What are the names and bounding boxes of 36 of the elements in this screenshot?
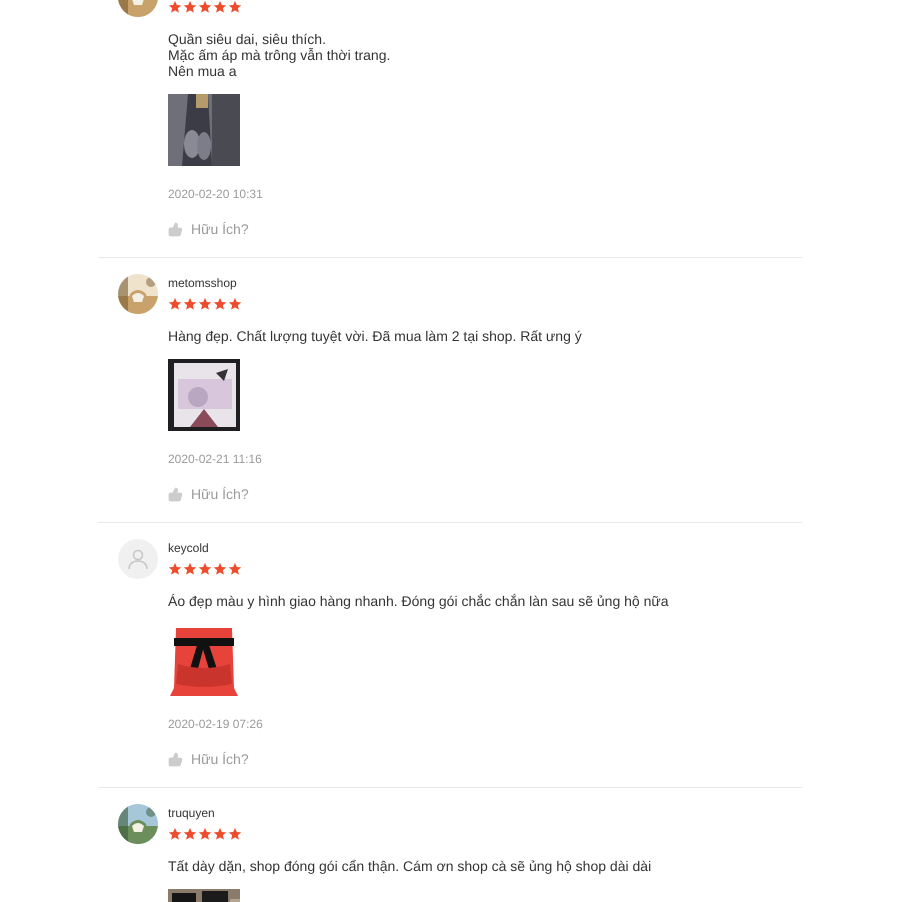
- star-icon: [168, 297, 182, 311]
- star-icon: [198, 297, 212, 311]
- star-icon: [183, 827, 197, 841]
- star-icon: [183, 297, 197, 311]
- star-icon: [213, 297, 227, 311]
- star-icon: [228, 0, 242, 14]
- helpful-button[interactable]: Hữu Ích?: [168, 220, 249, 238]
- star-icon: [168, 562, 182, 576]
- helpful-button[interactable]: Hữu Ích?: [168, 485, 249, 503]
- thumbs-up-icon: [168, 752, 183, 766]
- username: metomsshop: [168, 275, 237, 292]
- thumbs-up-icon: [168, 486, 183, 502]
- star-icon: [228, 297, 242, 311]
- star-icon: [183, 0, 197, 14]
- username: truquyen: [168, 805, 215, 822]
- star-icon: [228, 827, 242, 841]
- star-icon: [168, 827, 182, 841]
- review-text: Tất dày dặn, shop đóng gói cẩn thận. Cám ơn shop cà sẽ ủng hộ shop dài dài: [168, 858, 652, 874]
- review-date: 2020-02-19 07:26: [168, 716, 263, 732]
- star-icon: [213, 0, 227, 14]
- helpful-button[interactable]: Hữu Ích?: [168, 750, 249, 768]
- thumbs-up-icon: [168, 222, 183, 236]
- review-date: 2020-02-20 10:31: [168, 186, 263, 202]
- star-icon: [198, 827, 212, 841]
- star-icon: [198, 562, 212, 576]
- review-text: Quần siêu dai, siêu thích. Mặc ấm áp mà trông vẫn thời trang. Nên mua a: [168, 31, 390, 79]
- star-icon: [198, 0, 212, 14]
- star-icon: [213, 827, 227, 841]
- username: keycold: [168, 540, 209, 557]
- star-icon: [183, 562, 197, 576]
- star-icon: [213, 562, 227, 576]
- review-date: 2020-02-21 11:16: [168, 451, 262, 467]
- star-icon: [168, 0, 182, 14]
- star-icon: [228, 562, 242, 576]
- review-text: Áo đẹp màu y hình giao hàng nhanh. Đóng gói chắc chắn làn sau sẽ ủng hộ nữa: [168, 593, 669, 609]
- review-text: Hàng đẹp. Chất lượng tuyệt vời. Đã mua làm 2 tại shop. Rất ưng ý: [168, 328, 582, 344]
